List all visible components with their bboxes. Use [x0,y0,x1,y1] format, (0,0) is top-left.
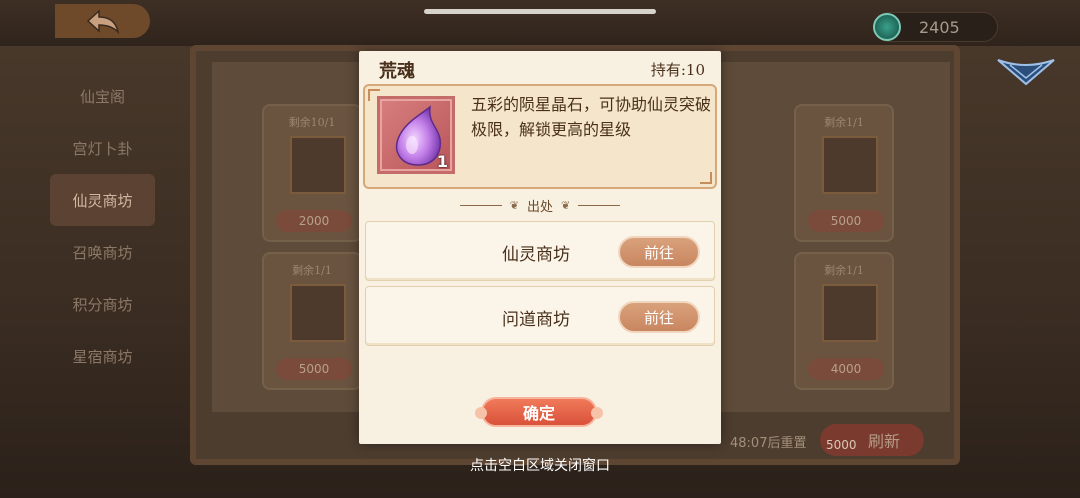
currency-amount: 2405 [919,17,960,37]
source-row: 问道商坊 前往 [365,286,715,346]
side-nav-item[interactable]: 仙宝阁 [50,70,155,122]
home-indicator [424,9,656,14]
own-count: 持有:10 [650,61,705,79]
back-button[interactable] [55,4,150,38]
card-remain: 剩余1/1 [292,264,332,277]
top-bar: 2405 [0,0,1080,46]
card-remain: 剩余1/1 [824,264,864,277]
card-price[interactable]: 4000 [808,358,884,380]
item-name: 荒魂 [379,61,415,82]
item-frame: 1 [377,96,455,174]
refresh-label: 刷新 [867,432,900,451]
card-thumb [822,284,878,342]
refresh-button[interactable]: 5000 刷新 [820,424,924,456]
side-nav-item[interactable]: 宫灯卜卦 [50,122,155,174]
card-remain: 剩余1/1 [824,116,864,129]
close-hint: 点击空白区域关闭窗口 [470,458,610,474]
reset-timer: 48:07后重置 [730,436,807,451]
card-price[interactable]: 5000 [276,358,352,380]
refresh-cost: 5000 [826,438,857,452]
divider-line [578,204,621,206]
goto-button[interactable]: 前往 [618,236,700,268]
back-arrow-icon [86,9,119,34]
fan-icon[interactable] [996,56,1056,86]
item-description: 五彩的陨星晶石，可协助仙灵突破极限，解锁更高的星级 [471,95,712,139]
confirm-button[interactable]: 确定 [475,397,603,427]
shop-card[interactable]: 剩余1/1 4000 [794,252,894,390]
ornament-icon: ❦ [509,198,519,212]
side-nav-item[interactable]: 召唤商坊 [50,226,155,278]
card-thumb [822,136,878,194]
ornament-icon: ❦ [561,198,571,212]
jade-coin-icon [873,13,901,41]
card-price[interactable]: 5000 [808,210,884,232]
goto-button[interactable]: 前往 [618,301,700,333]
shop-card[interactable]: 剩余1/1 5000 [262,252,362,390]
divider-line [459,204,502,206]
side-nav-item[interactable]: 积分商坊 [50,278,155,330]
side-nav-item-active[interactable]: 仙灵商坊 [50,174,155,226]
source-row: 仙灵商坊 前往 [365,221,715,281]
currency-display: 2405 [873,12,998,42]
card-remain: 剩余10/1 [288,116,336,129]
item-info-modal: 荒魂 持有:10 1 五彩的陨星晶石，可协助仙灵突破极限，解锁更高的星级 ❦ 出… [359,51,721,444]
side-nav: 仙宝阁 宫灯卜卦 仙灵商坊 召唤商坊 积分商坊 星宿商坊 [50,70,155,382]
modal-header: 荒魂 持有:10 [359,51,721,85]
source-title: 出处 [526,199,553,215]
card-thumb [290,284,346,342]
source-divider: ❦ 出处 ❦ [359,195,721,215]
item-quantity: 1 [436,152,448,171]
shop-card[interactable]: 剩余1/1 5000 [794,104,894,242]
shop-card[interactable]: 剩余10/1 2000 [262,104,362,242]
card-thumb [290,136,346,194]
item-info-box: 1 五彩的陨星晶石，可协助仙灵突破极限，解锁更高的星级 [363,84,717,189]
card-price[interactable]: 2000 [276,210,352,232]
side-nav-item[interactable]: 星宿商坊 [50,330,155,382]
